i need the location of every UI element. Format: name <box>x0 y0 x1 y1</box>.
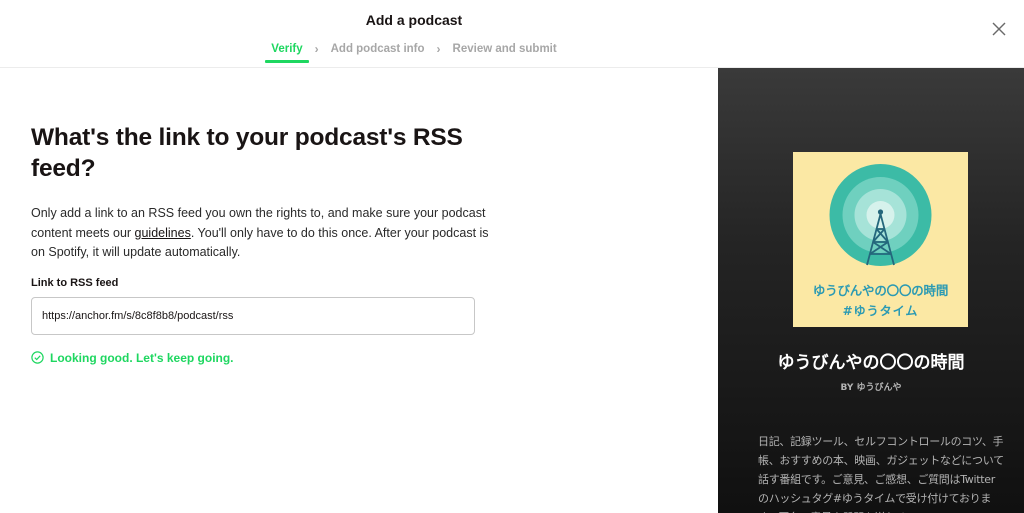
guidelines-link[interactable]: guidelines <box>135 226 191 240</box>
rss-url-input[interactable]: https://anchor.fm/s/8c8f8b8/podcast/rss <box>31 296 475 335</box>
description: Only add a link to an RSS feed you own t… <box>31 204 491 263</box>
close-icon[interactable] <box>990 20 1008 38</box>
chevron-right-icon: › <box>436 42 441 56</box>
rss-field-label: Link to RSS feed <box>31 276 119 289</box>
check-circle-icon <box>31 351 44 364</box>
radio-tower-icon <box>829 164 932 266</box>
podcast-name: ゆうびんやの〇〇の時間 <box>777 353 965 373</box>
podcast-author: BY ゆうびんや <box>840 383 902 393</box>
podcast-description: 日記、記録ツール、セルフコントロールのコツ、手帳、おすすめの本、映画、ガジェット… <box>758 435 1004 513</box>
stepper: Verify › Add podcast info › Review and s… <box>0 42 828 64</box>
modal-header: Add a podcast Verify › Add podcast info … <box>0 0 1024 68</box>
chevron-right-icon: › <box>314 42 319 56</box>
step-review-and-submit[interactable]: Review and submit <box>447 43 563 63</box>
step-verify[interactable]: Verify <box>265 43 309 63</box>
step-add-podcast-info[interactable]: Add podcast info <box>325 43 431 63</box>
modal-title: Add a podcast <box>365 12 463 28</box>
page-heading: What's the link to your podcast's RSS fe… <box>31 124 463 182</box>
podcast-preview-panel: ゆうびんやの〇〇の時間 #ゆうタイム ゆうびんやの〇〇の時間 BY ゆうびんや … <box>718 68 1024 513</box>
rss-form: What's the link to your podcast's RSS fe… <box>31 122 491 365</box>
validation-status: Looking good. Let's keep going. <box>31 351 491 365</box>
cover-hashtag: #ゆうタイム <box>842 304 919 318</box>
cover-title: ゆうびんやの〇〇の時間 <box>812 283 949 298</box>
podcast-cover-art: ゆうびんやの〇〇の時間 #ゆうタイム <box>793 152 968 327</box>
status-text: Looking good. Let's keep going. <box>50 350 234 365</box>
